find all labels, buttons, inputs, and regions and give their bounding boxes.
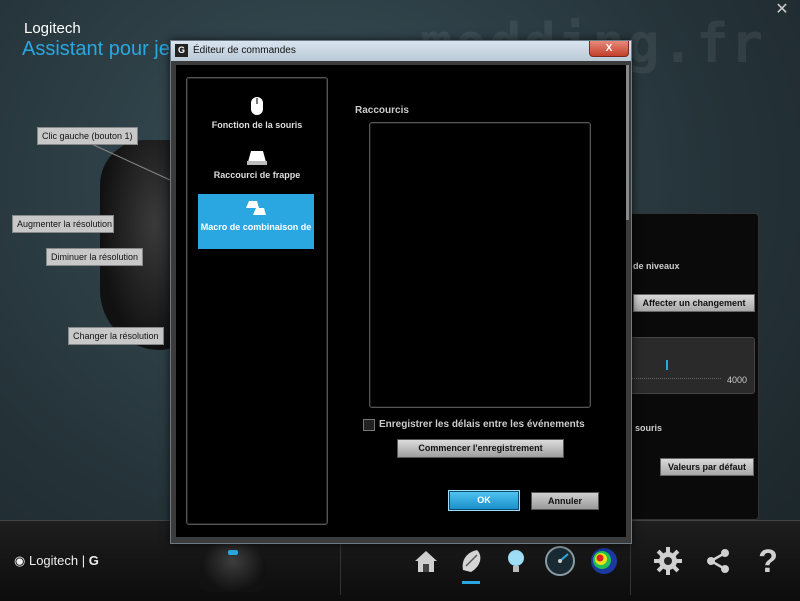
dialog-close-button[interactable]: X: [589, 41, 629, 57]
slider-marker[interactable]: [666, 360, 668, 370]
mouse-pointer-icon[interactable]: [456, 545, 488, 577]
home-icon[interactable]: [410, 545, 442, 577]
active-tab-indicator: [462, 581, 480, 584]
command-type-list: Fonction de la souris Raccourci de frapp…: [186, 77, 328, 525]
slider-ticks: [631, 378, 721, 380]
defaults-button[interactable]: Valeurs par défaut: [660, 458, 754, 476]
logo-icon: ◉: [14, 553, 29, 568]
mouse-thumbnail[interactable]: [200, 540, 266, 592]
keys-combo-icon: [246, 201, 266, 215]
shortcuts-list[interactable]: [369, 122, 591, 408]
lighting-icon[interactable]: [500, 545, 532, 577]
record-delays-label[interactable]: Enregistrer les délais entre les événeme…: [379, 419, 585, 430]
record-delays-checkbox[interactable]: [363, 419, 375, 431]
dialog-scrollbar[interactable]: [626, 65, 629, 220]
settings-icon[interactable]: [652, 545, 684, 577]
shortcuts-label: Raccourcis: [355, 105, 409, 116]
slider-max-value: 4000: [727, 375, 748, 385]
mouse-led: [228, 550, 238, 555]
mouse-label: souris: [635, 423, 663, 433]
callout-change-resolution[interactable]: Changer la résolution: [68, 327, 164, 345]
ok-button[interactable]: OK: [449, 491, 519, 510]
logitech-logo: ◉ Logitech | G: [14, 553, 99, 568]
sidebar-item-macro-combination[interactable]: Macro de combinaison de: [198, 194, 314, 249]
command-editor-dialog: G Éditeur de commandes X Fonction de la …: [170, 40, 632, 544]
heatmap-icon[interactable]: [588, 545, 620, 577]
key-icon: [247, 151, 267, 165]
dialog-title: Éditeur de commandes: [193, 45, 296, 56]
g-logo: G: [88, 553, 99, 568]
share-icon[interactable]: [702, 545, 734, 577]
assign-change-button[interactable]: Affecter un changement: [633, 294, 755, 312]
dialog-g-icon: G: [175, 44, 188, 57]
speedometer-icon[interactable]: [544, 545, 576, 577]
help-icon[interactable]: ?: [752, 543, 784, 579]
sidebar-item-mouse-function[interactable]: Fonction de la souris: [187, 96, 327, 136]
mouse-icon: [251, 97, 263, 115]
cancel-button[interactable]: Annuler: [531, 492, 599, 510]
callout-decrease-resolution[interactable]: Diminuer la résolution: [46, 248, 144, 266]
sidebar-item-keystroke[interactable]: Raccourci de frappe: [187, 146, 327, 186]
start-recording-button[interactable]: Commencer l'enregistrement: [397, 439, 564, 458]
callout-left-click[interactable]: Clic gauche (bouton 1): [37, 127, 138, 145]
levels-label: de niveaux: [633, 261, 680, 271]
callout-increase-resolution[interactable]: Augmenter la résolution: [12, 215, 114, 233]
